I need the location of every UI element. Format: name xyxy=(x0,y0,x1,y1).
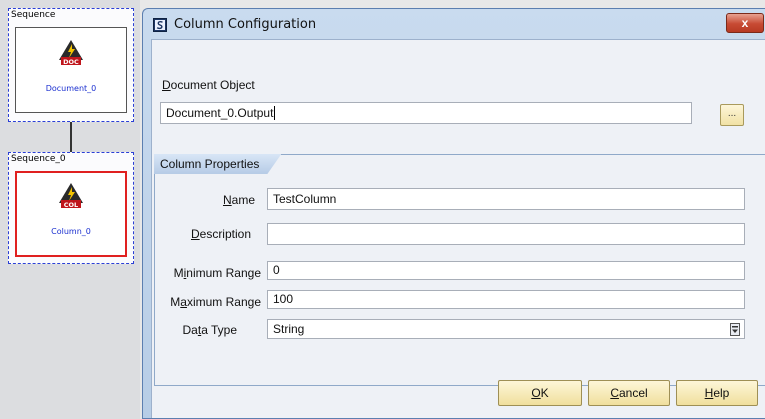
column-properties-group: Column Properties Name TestColumn Descri… xyxy=(154,154,765,386)
help-button[interactable]: Help xyxy=(676,380,758,406)
ok-button[interactable]: OK xyxy=(498,380,582,406)
name-label: Name xyxy=(222,193,255,207)
column-node-badge: COL xyxy=(64,201,78,209)
sequence-container-bottom[interactable]: Sequence_0 COL Column_0 xyxy=(8,152,134,264)
close-icon: x xyxy=(741,16,749,30)
node-connector xyxy=(70,122,72,152)
sequence-title: Sequence_0 xyxy=(11,154,66,164)
column-node-label: Column_0 xyxy=(51,227,91,236)
dropdown-icon xyxy=(730,323,740,336)
close-button[interactable]: x xyxy=(726,13,764,33)
document-node-icon: DOC xyxy=(59,40,83,66)
designer-canvas: Sequence DOC Document_0 Sequence_0 COL C… xyxy=(0,0,140,419)
maximum-range-input[interactable]: 100 xyxy=(267,290,745,309)
document-node-badge: DOC xyxy=(63,58,79,66)
sequence-container-top[interactable]: Sequence DOC Document_0 xyxy=(8,8,134,122)
data-type-label: Data Type xyxy=(182,323,238,337)
column-node[interactable]: COL Column_0 xyxy=(15,171,127,257)
description-input[interactable] xyxy=(267,223,745,245)
document-node[interactable]: DOC Document_0 xyxy=(15,27,127,113)
ellipsis-icon: ... xyxy=(727,108,737,119)
maximum-range-label: Maximum Range xyxy=(170,295,261,309)
column-configuration-dialog: Column Configuration x Document Object D… xyxy=(142,8,765,419)
document-node-label: Document_0 xyxy=(45,84,97,93)
column-node-icon: COL xyxy=(59,183,83,209)
document-object-label: Document Object xyxy=(162,78,255,92)
minimum-range-input[interactable]: 0 xyxy=(267,261,745,280)
cancel-button[interactable]: Cancel xyxy=(588,380,670,406)
name-input[interactable]: TestColumn xyxy=(267,188,745,210)
browse-button[interactable]: ... xyxy=(720,104,744,126)
dialog-titlebar[interactable]: Column Configuration x xyxy=(143,9,765,39)
dialog-body: Document Object Document_0.Output ... Co… xyxy=(151,39,765,418)
document-object-input[interactable]: Document_0.Output xyxy=(160,102,692,124)
dialog-title: Column Configuration xyxy=(174,17,317,32)
minimum-range-label: Minimum Range xyxy=(173,266,261,280)
app-logo-icon xyxy=(153,18,167,32)
description-label: Description xyxy=(190,227,251,241)
data-type-select[interactable]: String xyxy=(267,319,745,339)
sequence-title: Sequence xyxy=(11,10,56,20)
column-properties-tab: Column Properties xyxy=(154,154,281,174)
